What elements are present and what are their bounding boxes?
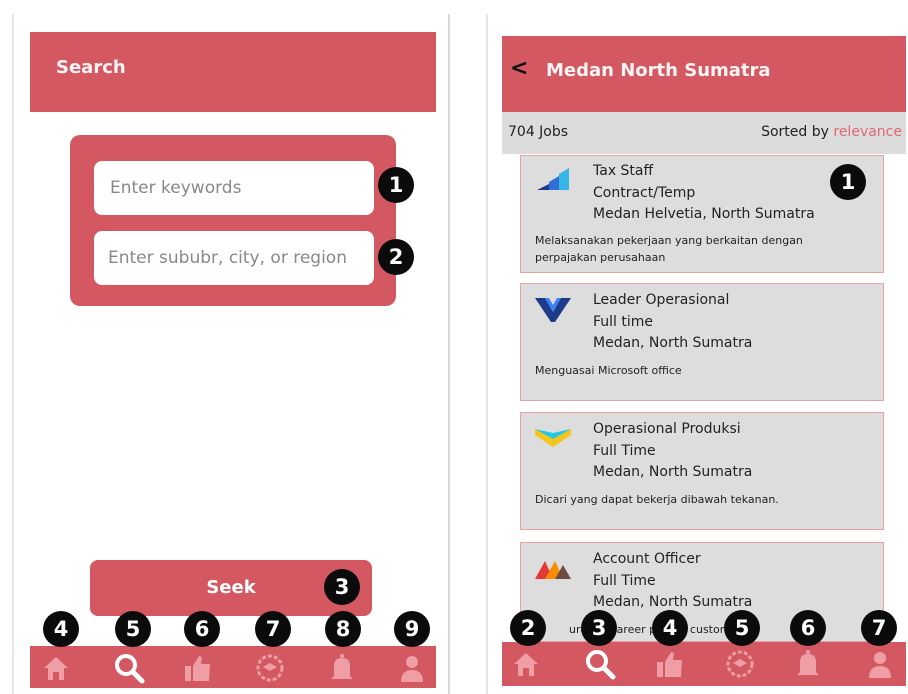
company-logo xyxy=(533,423,573,453)
job-description: Melaksanakan pekerjaan yang berkaitan de… xyxy=(535,234,803,264)
job-card[interactable]: Operasional Produksi Full Time Medan, No… xyxy=(520,412,884,530)
annotation-badge: 1 xyxy=(378,167,414,203)
bell-icon[interactable] xyxy=(792,648,824,680)
job-type: Full Time xyxy=(593,443,656,459)
job-description: Menguasai Microsoft office xyxy=(535,364,682,377)
home-icon[interactable] xyxy=(40,652,72,684)
sort-control[interactable]: Sorted by relevance xyxy=(761,124,902,140)
user-icon[interactable] xyxy=(396,652,428,684)
keywords-input[interactable]: Enter keywords xyxy=(94,161,374,215)
annotation-badge: 4 xyxy=(652,610,688,646)
annotation-badge: 5 xyxy=(724,610,760,646)
annotation-badge: 3 xyxy=(324,569,360,605)
job-title: Account Officer xyxy=(593,551,701,567)
annotation-badge: 8 xyxy=(325,611,361,647)
bell-icon[interactable] xyxy=(326,652,358,684)
sort-value[interactable]: relevance xyxy=(833,124,902,140)
annotation-badge: 5 xyxy=(115,611,151,647)
search-screen: Search Enter keywords Enter sububr, city… xyxy=(12,14,450,694)
thumbs-up-icon[interactable] xyxy=(182,652,214,684)
page-title: Medan North Sumatra xyxy=(546,60,771,81)
job-card[interactable]: Account Officer Full Time Medan, North S… xyxy=(520,542,884,642)
job-location: Medan, North Sumatra xyxy=(593,464,753,480)
annotation-badge: 4 xyxy=(43,611,79,647)
location-input[interactable]: Enter sububr, city, or region xyxy=(94,231,374,285)
company-logo xyxy=(533,553,573,583)
thumbs-up-icon[interactable] xyxy=(654,648,686,680)
back-icon[interactable]: < xyxy=(510,56,528,81)
annotation-badge: 6 xyxy=(790,610,826,646)
annotation-badge: 9 xyxy=(394,611,430,647)
annotation-badge: 3 xyxy=(581,610,617,646)
bottom-nav xyxy=(30,646,436,688)
search-icon[interactable] xyxy=(584,648,616,680)
annotation-badge: 6 xyxy=(184,611,220,647)
search-icon[interactable] xyxy=(113,652,145,684)
job-title: Tax Staff xyxy=(593,163,654,179)
annotation-badge: 7 xyxy=(861,610,897,646)
badge-icon[interactable] xyxy=(724,648,756,680)
results-screen: < Medan North Sumatra 704 Jobs Sorted by… xyxy=(486,14,908,694)
badge-icon[interactable] xyxy=(254,652,286,684)
annotation-badge: 1 xyxy=(830,164,866,200)
search-header: Search xyxy=(30,32,436,112)
job-type: Contract/Temp xyxy=(593,185,696,201)
annotation-badge: 2 xyxy=(378,239,414,275)
job-location: Medan, North Sumatra xyxy=(593,594,753,610)
job-card[interactable]: Tax Staff Contract/Temp Medan Helvetia, … xyxy=(520,155,884,273)
job-count: 704 Jobs xyxy=(508,124,569,140)
user-icon[interactable] xyxy=(864,648,896,680)
job-title: Leader Operasional xyxy=(593,292,730,308)
bottom-nav xyxy=(502,642,906,686)
home-icon[interactable] xyxy=(510,648,542,680)
company-logo xyxy=(533,294,573,324)
sort-label: Sorted by xyxy=(761,124,829,140)
company-logo xyxy=(533,166,573,196)
job-location: Medan Helvetia, North Sumatra xyxy=(593,206,815,222)
results-bar: 704 Jobs Sorted by relevance xyxy=(502,112,906,154)
job-description: Dicari yang dapat bekerja dibawah tekana… xyxy=(535,493,779,506)
job-title: Operasional Produksi xyxy=(593,421,741,437)
job-type: Full time xyxy=(593,314,654,330)
annotation-badge: 7 xyxy=(255,611,291,647)
results-header: < Medan North Sumatra xyxy=(502,36,906,112)
job-card[interactable]: Leader Operasional Full time Medan, Nort… xyxy=(520,283,884,401)
page-title: Search xyxy=(56,57,126,78)
annotation-badge: 2 xyxy=(510,610,546,646)
job-location: Medan, North Sumatra xyxy=(593,335,753,351)
job-type: Full Time xyxy=(593,573,656,589)
